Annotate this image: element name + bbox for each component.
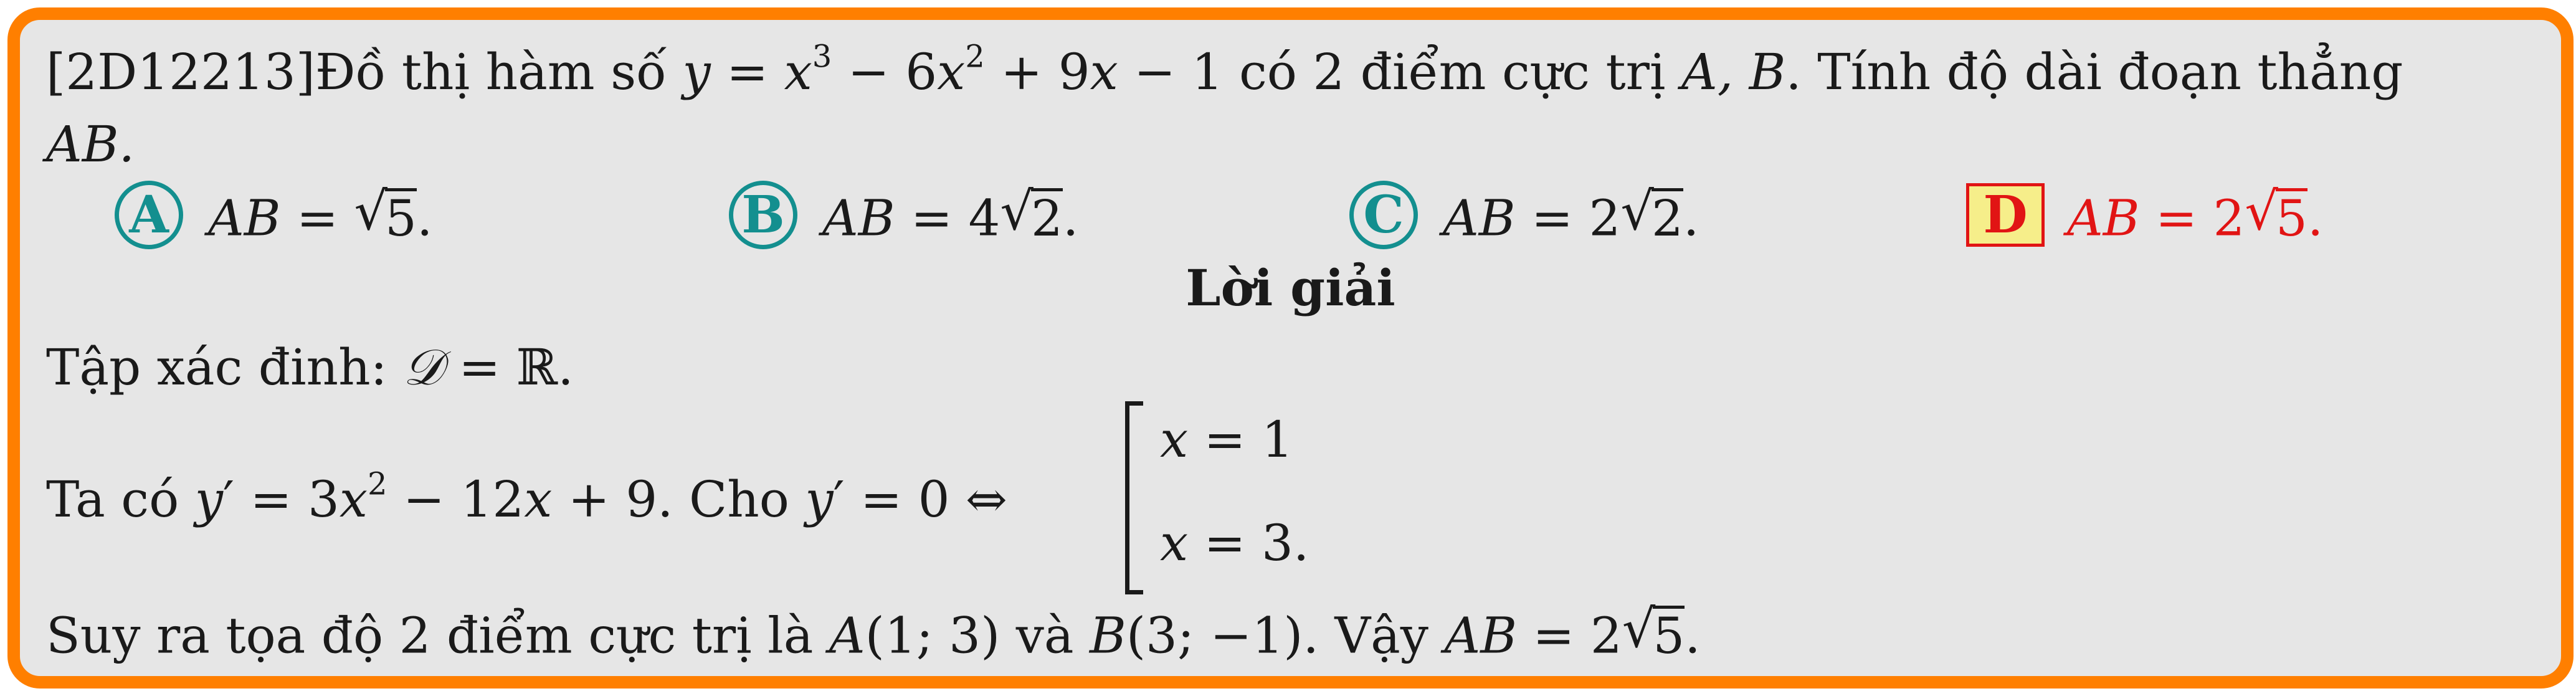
derivative-cho: . Cho — [657, 470, 789, 528]
domain-label: Tập xác đinh: — [46, 338, 387, 396]
conclusion-and: và — [1015, 606, 1074, 665]
domain-math: 𝒟 — [402, 338, 443, 396]
option-d-marker[interactable]: D — [1966, 183, 2045, 247]
conclusion-vay: . Vậy — [1303, 606, 1428, 665]
question-line-2: AB. — [46, 115, 135, 173]
question-text-end: . Tính độ dài đoạn thẳng — [1785, 43, 2403, 101]
solution-line-2: Ta có y′ = 3x2 − 12x + 9. Cho y′ = 0 ⇔ — [46, 465, 1007, 528]
derivative-intro: Ta có — [46, 470, 179, 528]
option-c-marker[interactable]: C — [1349, 181, 1418, 249]
option-a-marker[interactable]: A — [115, 181, 183, 249]
option-a-text[interactable]: AB = √ 5. — [208, 185, 432, 244]
option-d-text[interactable]: AB = 2 √ 5. — [2067, 185, 2323, 244]
option-c-text[interactable]: AB = 2 √ 2. — [1443, 185, 1699, 244]
conclusion-intro: Suy ra tọa độ 2 điểm cực trị là — [46, 606, 814, 665]
solution-line-3: Suy ra tọa độ 2 điểm cực trị là A(1; 3) … — [46, 598, 1701, 665]
solution-heading: Lời giải — [1186, 259, 1395, 317]
case-2: x = 3. — [1160, 514, 1309, 572]
option-b-text[interactable]: AB = 4 √ 2. — [822, 185, 1078, 244]
case-1: x = 1 — [1160, 411, 1293, 469]
question-text-intro: Đồ thị hàm số — [315, 43, 667, 101]
question-code: [2D12213] — [46, 43, 315, 101]
question-line-1: [2D12213]Đồ thị hàm số y = x3 − 6x2 + 9x… — [46, 38, 2403, 101]
option-b-marker[interactable]: B — [729, 181, 797, 249]
question-function: y — [682, 43, 711, 101]
question-text-mid: có 2 điểm cực trị — [1238, 43, 1666, 101]
question-points: A, B — [1681, 43, 1786, 101]
cases-bracket — [1125, 401, 1143, 594]
question-card: [2D12213]Đồ thị hàm số y = x3 − 6x2 + 9x… — [7, 7, 2574, 689]
solution-line-1: Tập xác đinh: 𝒟 = ℝ. — [46, 338, 574, 396]
